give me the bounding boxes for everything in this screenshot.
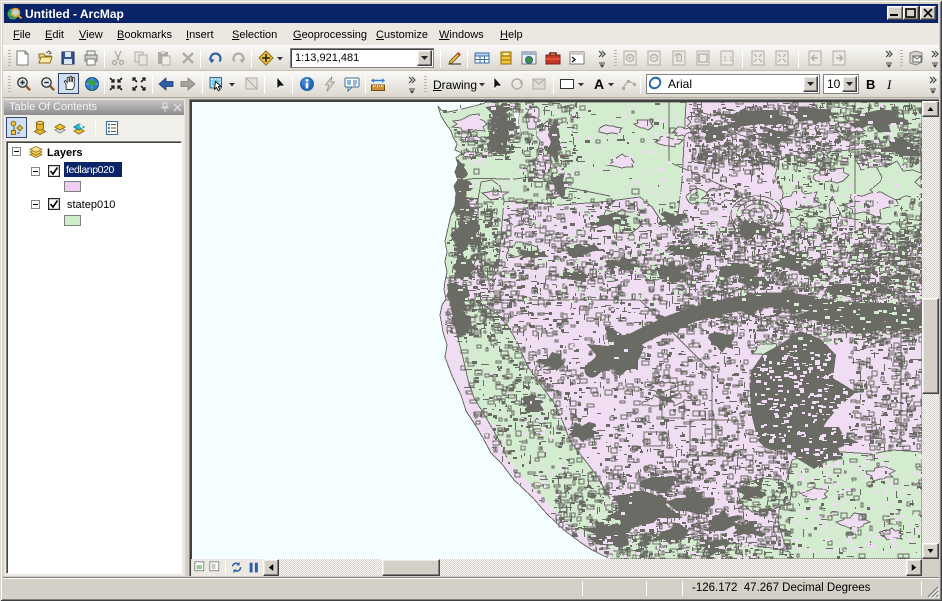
svg-text:1:1: 1:1 xyxy=(723,56,733,63)
